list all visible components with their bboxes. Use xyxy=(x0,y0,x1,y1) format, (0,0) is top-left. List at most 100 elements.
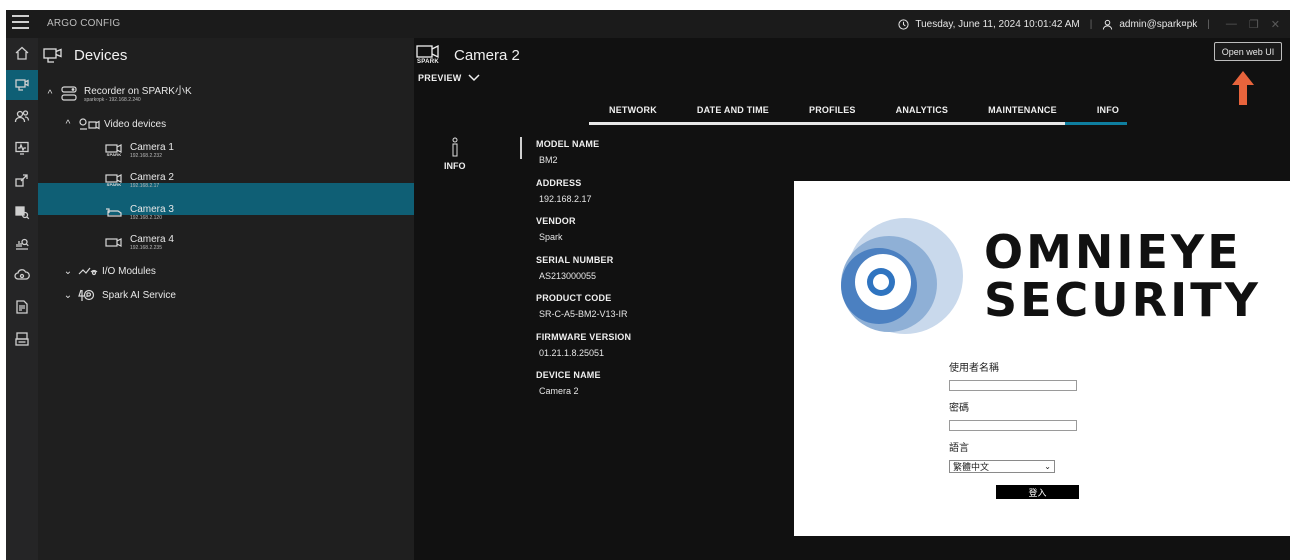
open-web-ui-button[interactable]: Open web UI xyxy=(1214,42,1282,61)
recorder-name: Recorder on SPARK小K xyxy=(84,85,192,97)
login-button[interactable]: 登入 xyxy=(996,485,1079,499)
camera-ip: 192.168.2.232 xyxy=(130,153,162,159)
camera-node[interactable]: Camera 3 192.168.2.120 xyxy=(104,204,174,221)
camera-header-icon: SPARK xyxy=(416,45,440,65)
info-section-label: INFO xyxy=(444,161,466,171)
preview-label: PREVIEW xyxy=(418,73,462,83)
camera-ip: 192.168.2.120 xyxy=(130,215,162,221)
panel-title: Devices xyxy=(74,46,128,64)
recorder-address: spark¤pk - 192.168.2.240 xyxy=(84,96,141,103)
ai-service-node[interactable]: ⌄ Spark AI Service xyxy=(62,288,176,302)
field-value: SR-C-A5-BM2-V13-IR xyxy=(539,309,628,319)
field-label: DEVICE NAME xyxy=(536,370,601,380)
brand-name: OMNIEYE SECURITY xyxy=(984,228,1261,324)
video-devices-icon xyxy=(79,118,100,130)
login-form: 使用者名稱 密碼 語言 繁體中文 ⌄ 登入 xyxy=(949,359,1089,499)
language-label: 語言 xyxy=(949,443,969,454)
preview-toggle[interactable]: PREVIEW xyxy=(418,73,480,83)
ai-service-icon xyxy=(78,289,95,301)
field-device-name: DEVICE NAME Camera 2 xyxy=(536,370,786,409)
field-value: Camera 2 xyxy=(539,386,579,396)
password-label: 密碼 xyxy=(949,403,969,414)
monitor-icon[interactable] xyxy=(6,133,38,163)
io-modules-icon xyxy=(78,267,98,276)
camera-name: Camera 1 xyxy=(130,142,174,153)
tab-profiles[interactable]: PROFILES xyxy=(789,97,876,123)
username-input[interactable] xyxy=(949,380,1077,391)
cloud-icon[interactable] xyxy=(6,260,38,290)
spark-badge: SPARK xyxy=(106,182,122,187)
chevron-down-icon[interactable]: ⌄ xyxy=(62,266,74,277)
camera-web-ui: OMNIEYE SECURITY 使用者名稱 密碼 語言 繁體中文 ⌄ 登入 xyxy=(794,181,1290,536)
title-separator: | xyxy=(1089,18,1093,30)
field-value: 192.168.2.17 xyxy=(539,193,592,204)
log-icon[interactable] xyxy=(6,324,38,354)
field-vendor: VENDOR Spark xyxy=(536,216,786,255)
devices-header-icon xyxy=(43,48,62,63)
field-product-code: PRODUCT CODE SR-C-A5-BM2-V13-IR xyxy=(536,293,786,332)
field-label: SERIAL NUMBER xyxy=(536,254,614,265)
omnieye-logo xyxy=(841,218,963,334)
search-camera-icon[interactable] xyxy=(6,197,38,227)
devices-icon[interactable] xyxy=(6,70,38,100)
nav-rail xyxy=(6,38,38,560)
tab-maintenance[interactable]: MAINTENANCE xyxy=(968,97,1077,123)
camera-node[interactable]: Camera 4 192.168.2.235 xyxy=(104,234,174,251)
camera-name: Camera 3 xyxy=(130,204,174,215)
tab-network[interactable]: NETWORK xyxy=(589,97,677,123)
camera-node[interactable]: SPARK Camera 1 192.168.2.232 xyxy=(104,142,174,159)
home-icon[interactable] xyxy=(6,38,38,68)
camera-name: Camera 4 xyxy=(130,234,174,245)
close-icon[interactable]: ✕ xyxy=(1271,18,1280,31)
tab-bar: NETWORK DATE AND TIME PROFILES ANALYTICS… xyxy=(589,97,1139,123)
ai-service-label: Spark AI Service xyxy=(102,289,176,301)
tab-date-and-time[interactable]: DATE AND TIME xyxy=(677,97,789,123)
camera-node-selected[interactable]: SPARK Camera 2 192.168.2.17 xyxy=(104,172,174,189)
device-info-fields: MODEL NAME BM2 ADDRESS 192.168.2.17 VEND… xyxy=(536,139,786,409)
io-modules-node[interactable]: ⌄ I/O Modules xyxy=(62,265,156,277)
chevron-up-icon[interactable]: ^ xyxy=(62,119,74,130)
camera-ip: 192.168.2.235 xyxy=(130,245,162,251)
camera-name: Camera 2 xyxy=(130,172,174,183)
user-icon xyxy=(1103,19,1113,30)
camera-icon xyxy=(105,238,122,247)
chevron-down-icon xyxy=(468,74,480,82)
field-label: PRODUCT CODE xyxy=(536,293,612,303)
current-user[interactable]: admin@spark¤pk xyxy=(1119,19,1197,30)
info-section-button[interactable]: INFO xyxy=(444,137,466,171)
username-label: 使用者名稱 xyxy=(949,363,999,374)
tab-info[interactable]: INFO xyxy=(1077,97,1139,123)
spark-badge: SPARK xyxy=(106,152,122,157)
arrow-up-icon xyxy=(1232,71,1254,105)
menu-icon[interactable] xyxy=(12,15,29,29)
video-devices-node[interactable]: ^ Video devices xyxy=(62,117,166,131)
language-select[interactable]: 繁體中文 ⌄ xyxy=(949,460,1055,473)
analytics-icon[interactable] xyxy=(6,228,38,258)
password-input[interactable] xyxy=(949,420,1077,431)
brand-line-1: OMNIEYE xyxy=(984,225,1242,279)
chevron-up-icon[interactable]: ^ xyxy=(44,89,56,100)
report-icon[interactable] xyxy=(6,292,38,322)
field-value: BM2 xyxy=(539,155,558,165)
field-value: Spark xyxy=(539,232,563,242)
spark-badge: SPARK xyxy=(416,59,440,65)
field-label: MODEL NAME xyxy=(536,139,600,149)
brand-line-2: SECURITY xyxy=(984,273,1261,327)
tab-analytics[interactable]: ANALYTICS xyxy=(876,97,968,123)
chevron-down-icon: ⌄ xyxy=(1044,462,1051,471)
minimize-icon[interactable]: — xyxy=(1226,18,1237,30)
field-value: AS213000055 xyxy=(539,270,597,281)
restore-icon[interactable]: ❐ xyxy=(1249,18,1259,31)
selected-row-highlight xyxy=(38,183,414,215)
field-serial-number: SERIAL NUMBER AS213000055 xyxy=(536,255,786,294)
active-tab-indicator xyxy=(1065,122,1127,125)
app-title: ARGO CONFIG xyxy=(47,18,121,29)
datetime: Tuesday, June 11, 2024 10:01:42 AM xyxy=(915,18,1080,30)
recorder-node[interactable]: ^ Recorder on SPARK小K spark¤pk - 192.168… xyxy=(44,85,192,103)
recorder-icon xyxy=(61,86,77,101)
export-icon[interactable] xyxy=(6,165,38,195)
chevron-down-icon[interactable]: ⌄ xyxy=(62,290,74,301)
users-icon[interactable] xyxy=(6,101,38,131)
clock-icon xyxy=(898,18,909,30)
camera-ip: 192.168.2.17 xyxy=(130,183,160,189)
